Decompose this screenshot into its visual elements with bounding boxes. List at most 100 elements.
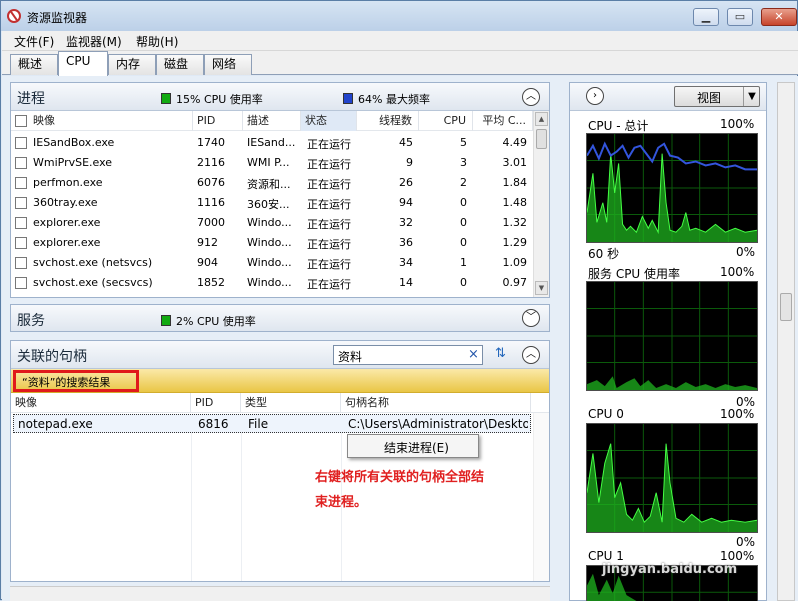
handle-search-input[interactable]: 资料 bbox=[338, 348, 362, 365]
collapse-handles-button[interactable]: ︿ bbox=[522, 346, 540, 364]
clear-search-icon[interactable]: × bbox=[468, 347, 479, 362]
process-pid: 1116 bbox=[197, 196, 225, 209]
process-image: perfmon.exe bbox=[33, 176, 103, 189]
process-status: 正在运行 bbox=[307, 258, 351, 271]
col-handle-image[interactable]: 映像 bbox=[11, 393, 191, 413]
menu-file[interactable]: 文件(F) bbox=[14, 33, 54, 50]
process-row[interactable]: WmiPrvSE.exe 2116 WMI P... 正在运行 9 3 3.01 bbox=[11, 153, 533, 173]
process-checkbox[interactable] bbox=[15, 157, 27, 169]
tab-memory[interactable]: 内存 bbox=[108, 54, 156, 75]
graph-cpu0-title: CPU 0 bbox=[588, 407, 624, 421]
graph-cpu0-min: 0% bbox=[736, 535, 756, 549]
maximize-icon: ▭ bbox=[734, 10, 746, 23]
process-row[interactable]: IESandBox.exe 1740 IESand... 正在运行 45 5 4.49 bbox=[11, 133, 533, 153]
process-checkbox[interactable] bbox=[15, 177, 27, 189]
handle-pid: 6816 bbox=[198, 417, 229, 431]
process-description: IESand... bbox=[247, 136, 296, 149]
process-row[interactable]: explorer.exe 912 Windo... 正在运行 36 0 1.29 bbox=[11, 233, 533, 253]
process-checkbox[interactable] bbox=[15, 237, 27, 249]
refresh-search-icon[interactable]: ⇅ bbox=[495, 346, 513, 364]
menu-monitor[interactable]: 监视器(M) bbox=[66, 33, 122, 50]
col-handle-name[interactable]: 句柄名称 bbox=[341, 393, 531, 413]
process-threads: 94 bbox=[399, 196, 413, 209]
minimize-button[interactable]: ▁ bbox=[693, 8, 719, 26]
collapse-processes-button[interactable]: ︿ bbox=[522, 88, 540, 106]
menu-end-process[interactable]: 结束进程(E) bbox=[384, 439, 449, 456]
handles-panel: 关联的句柄 资料 × ⇅ ︿ “资料”的搜索结果 映像 PID 类型 句柄名称 … bbox=[10, 340, 550, 582]
col-threads[interactable]: 线程数 bbox=[357, 111, 419, 131]
process-table-header: 映像 PID 描述 状态 线程数 CPU 平均 C... bbox=[11, 111, 533, 131]
tab-cpu[interactable]: CPU bbox=[58, 51, 108, 76]
process-row[interactable]: 360tray.exe 1116 360安... 正在运行 94 0 1.48 bbox=[11, 193, 533, 213]
collapse-graphs-button[interactable]: › bbox=[586, 87, 604, 105]
maximize-button[interactable]: ▭ bbox=[727, 8, 753, 26]
tab-overview[interactable]: 概述 bbox=[10, 54, 58, 75]
process-row[interactable]: svchost.exe (netsvcs) 904 Windo... 正在运行 34 1 1… bbox=[11, 253, 533, 273]
graphs-scroll-thumb[interactable] bbox=[780, 293, 792, 321]
title-bar[interactable]: 资源监视器 ▁ ▭ ✕ bbox=[1, 1, 797, 31]
process-checkbox[interactable] bbox=[15, 197, 27, 209]
tab-disk[interactable]: 磁盘 bbox=[156, 54, 204, 75]
process-checkbox[interactable] bbox=[15, 217, 27, 229]
tab-network[interactable]: 网络 bbox=[204, 54, 252, 75]
graph-total-time: 60 秒 bbox=[588, 247, 620, 261]
process-image: svchost.exe (secsvcs) bbox=[33, 276, 153, 289]
handles-scrollbar[interactable] bbox=[533, 413, 549, 581]
cpu-total-graph bbox=[586, 133, 758, 243]
process-row[interactable]: svchost.exe (secsvcs) 1852 Windo... 正在运行 14 0… bbox=[11, 273, 533, 293]
handles-table-header: 映像 PID 类型 句柄名称 bbox=[11, 393, 549, 413]
context-menu: 结束进程(E) bbox=[347, 434, 479, 458]
close-button[interactable]: ✕ bbox=[761, 8, 797, 26]
view-dropdown[interactable]: 视图 ▼ bbox=[674, 86, 760, 107]
col-description[interactable]: 描述 bbox=[243, 111, 301, 131]
process-scrollbar[interactable]: ▲ ▼ bbox=[533, 111, 549, 297]
graphs-scrollbar[interactable] bbox=[777, 82, 795, 601]
process-checkbox[interactable] bbox=[15, 257, 27, 269]
process-checkbox[interactable] bbox=[15, 137, 27, 149]
process-pid: 912 bbox=[197, 236, 218, 249]
process-threads: 32 bbox=[399, 216, 413, 229]
process-cpu: 0 bbox=[460, 236, 467, 249]
select-all-checkbox[interactable] bbox=[15, 115, 27, 127]
annotation-line-2: 束进程。 bbox=[315, 495, 368, 510]
col-status[interactable]: 状态 bbox=[301, 111, 357, 131]
process-image: explorer.exe bbox=[33, 236, 101, 249]
graph-total-min: 0% bbox=[736, 245, 756, 259]
horizontal-scrollbar[interactable] bbox=[10, 586, 550, 601]
processes-header[interactable]: 进程 15% CPU 使用率 64% 最大频率 ︿ bbox=[11, 83, 549, 111]
graph-total-title: CPU - 总计 bbox=[588, 119, 649, 133]
col-avg-cpu[interactable]: 平均 C... bbox=[473, 111, 533, 131]
green-square-icon bbox=[161, 93, 171, 104]
handles-header[interactable]: 关联的句柄 资料 × ⇅ ︿ bbox=[11, 341, 549, 369]
process-row[interactable]: perfmon.exe 6076 资源和... 正在运行 26 2 1.84 bbox=[11, 173, 533, 193]
col-handle-pid[interactable]: PID bbox=[191, 393, 241, 413]
process-checkbox[interactable] bbox=[15, 277, 27, 289]
process-pid: 6076 bbox=[197, 176, 225, 189]
scroll-thumb[interactable] bbox=[536, 129, 547, 149]
scroll-down-icon[interactable]: ▼ bbox=[535, 281, 548, 295]
graph-services-max: 100% bbox=[720, 265, 755, 279]
process-status: 正在运行 bbox=[307, 178, 351, 191]
process-threads: 9 bbox=[406, 156, 413, 169]
expand-services-button[interactable]: ﹀ bbox=[522, 309, 540, 327]
process-cpu: 0 bbox=[460, 216, 467, 229]
divider bbox=[191, 433, 192, 581]
handle-name: C:\Users\Administrator\Desktop... bbox=[348, 417, 528, 431]
process-avg-cpu: 0.97 bbox=[502, 276, 528, 289]
col-pid[interactable]: PID bbox=[193, 111, 243, 131]
services-header[interactable]: 服务 2% CPU 使用率 ﹀ bbox=[11, 305, 549, 331]
handle-search-box[interactable]: 资料 × bbox=[333, 345, 483, 365]
handles-title: 关联的句柄 bbox=[17, 349, 87, 365]
col-cpu[interactable]: CPU bbox=[419, 111, 473, 131]
scroll-up-icon[interactable]: ▲ bbox=[535, 112, 548, 126]
handle-row[interactable]: notepad.exe 6816 File C:\Users\Administr… bbox=[13, 414, 531, 433]
process-threads: 26 bbox=[399, 176, 413, 189]
col-handle-type[interactable]: 类型 bbox=[241, 393, 341, 413]
process-row[interactable]: explorer.exe 7000 Windo... 正在运行 32 0 1.32 bbox=[11, 213, 533, 233]
close-icon: ✕ bbox=[774, 10, 784, 23]
window-title: 资源监视器 bbox=[27, 11, 88, 25]
col-image[interactable]: 映像 bbox=[29, 111, 193, 131]
process-status: 正在运行 bbox=[307, 218, 351, 231]
menu-help[interactable]: 帮助(H) bbox=[136, 33, 178, 50]
cpu-tab-content: 进程 15% CPU 使用率 64% 最大频率 ︿ 映像 PID 描述 状态 线… bbox=[2, 76, 798, 601]
